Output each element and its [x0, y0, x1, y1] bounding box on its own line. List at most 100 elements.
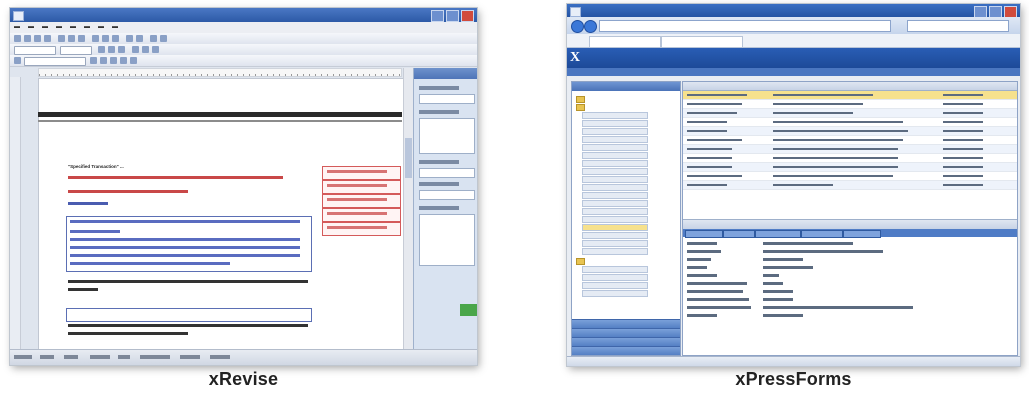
toolbar-icon[interactable] [102, 35, 109, 42]
grid-row[interactable] [683, 127, 1017, 136]
tree-node[interactable] [582, 208, 648, 215]
toolbar-icon[interactable] [130, 57, 137, 64]
grid-row[interactable] [683, 136, 1017, 145]
toolbar-icon[interactable] [120, 57, 127, 64]
close-icon[interactable] [461, 10, 474, 22]
accordion-header[interactable] [572, 346, 680, 355]
tree-node[interactable] [582, 168, 648, 175]
grid-row[interactable] [683, 100, 1017, 109]
toolbar-icon[interactable] [90, 57, 97, 64]
toolbar-icon[interactable] [100, 57, 107, 64]
detail-tab[interactable] [843, 230, 881, 238]
accordion-header[interactable] [572, 319, 680, 328]
toolbar-icon[interactable] [24, 35, 31, 42]
toolbar-icon[interactable] [112, 35, 119, 42]
toolbar-icon[interactable] [150, 35, 157, 42]
grid-row[interactable] [683, 181, 1017, 190]
grid-row[interactable] [683, 163, 1017, 172]
grid-row[interactable] [683, 109, 1017, 118]
tree-node[interactable] [582, 274, 648, 281]
tree-node[interactable] [582, 128, 648, 135]
xpressforms-screenshot[interactable]: X [567, 4, 1020, 366]
tree-node[interactable] [582, 248, 648, 255]
tree-node[interactable] [582, 176, 648, 183]
toolbar-icon[interactable] [68, 35, 75, 42]
tree-node[interactable] [582, 216, 648, 223]
tree-node[interactable] [582, 240, 648, 247]
tree-node[interactable] [582, 184, 648, 191]
revision-balloon[interactable] [322, 208, 401, 222]
tree-node[interactable] [582, 200, 648, 207]
toolbar-icon[interactable] [58, 35, 65, 42]
xrevise-screenshot[interactable]: ▬ ▬ ▬ ▬ ▬ ▬ ▬ ▬ "Specified Transaction" … [10, 8, 477, 365]
task-pane-field[interactable] [419, 168, 475, 178]
align-icon[interactable] [142, 46, 149, 53]
task-pane-textarea[interactable] [419, 118, 475, 154]
browser-tab[interactable] [589, 36, 661, 47]
detail-tab[interactable] [723, 230, 755, 238]
grid-row[interactable] [683, 154, 1017, 163]
toolbar-icon[interactable] [14, 35, 21, 42]
toolbar-icon[interactable] [160, 35, 167, 42]
bold-icon[interactable] [98, 46, 105, 53]
tree-node[interactable] [582, 144, 648, 151]
menu-item[interactable]: ▬ [84, 22, 90, 33]
scroll-thumb[interactable] [405, 138, 412, 178]
minimize-icon[interactable] [431, 10, 444, 22]
tree-node-selected[interactable] [582, 224, 648, 231]
toolbar-icon[interactable] [136, 35, 143, 42]
address-input[interactable] [599, 20, 891, 32]
accordion-header[interactable] [572, 328, 680, 337]
tree-node[interactable] [582, 152, 648, 159]
underline-icon[interactable] [118, 46, 125, 53]
vertical-scrollbar[interactable] [403, 68, 413, 349]
revision-balloon[interactable] [322, 194, 401, 208]
toolbar-icon[interactable] [92, 35, 99, 42]
menu-item[interactable]: ▬ [98, 22, 104, 33]
toolbar-icon[interactable] [126, 35, 133, 42]
grid-row-selected[interactable] [683, 91, 1017, 100]
detail-tab[interactable] [685, 230, 723, 238]
menu-item[interactable]: ▬ [42, 22, 48, 33]
menu-item[interactable]: ▬ [70, 22, 76, 33]
forward-icon[interactable] [584, 20, 597, 33]
toolbar-icon[interactable] [14, 57, 21, 64]
tree-node[interactable] [582, 266, 648, 273]
tree-node[interactable] [582, 112, 648, 119]
toolbar-icon[interactable] [34, 35, 41, 42]
tree-node[interactable] [582, 120, 648, 127]
tree-node[interactable] [582, 192, 648, 199]
toolbar-icon[interactable] [44, 35, 51, 42]
tree-node[interactable] [582, 160, 648, 167]
menu-item[interactable]: ▬ [112, 22, 118, 33]
detail-tab[interactable] [755, 230, 801, 238]
search-input[interactable] [907, 20, 1009, 32]
menu-item[interactable]: ▬ [14, 22, 20, 33]
tree-node[interactable] [582, 232, 648, 239]
back-icon[interactable] [571, 20, 584, 33]
task-pane-field[interactable] [419, 190, 475, 200]
task-pane-list[interactable] [419, 214, 475, 266]
task-pane-field[interactable] [419, 94, 475, 104]
revision-balloon[interactable] [322, 222, 401, 236]
align-icon[interactable] [152, 46, 159, 53]
grid-row[interactable] [683, 172, 1017, 181]
toolbar-icon[interactable] [78, 35, 85, 42]
italic-icon[interactable] [108, 46, 115, 53]
accordion-header[interactable] [572, 337, 680, 346]
menu-item[interactable]: ▬ [28, 22, 34, 33]
detail-tab[interactable] [801, 230, 843, 238]
task-pane-action-button[interactable] [460, 304, 477, 316]
browser-tab[interactable] [661, 36, 743, 47]
menu-item[interactable]: ▬ [56, 22, 62, 33]
grid-row[interactable] [683, 118, 1017, 127]
review-dropdown[interactable] [24, 57, 86, 66]
revision-balloon[interactable] [322, 180, 401, 194]
tree-node[interactable] [582, 136, 648, 143]
tree-node[interactable] [582, 290, 648, 297]
toolbar-icon[interactable] [110, 57, 117, 64]
align-icon[interactable] [132, 46, 139, 53]
maximize-icon[interactable] [446, 10, 459, 22]
tree-node[interactable] [582, 282, 648, 289]
grid-row[interactable] [683, 145, 1017, 154]
